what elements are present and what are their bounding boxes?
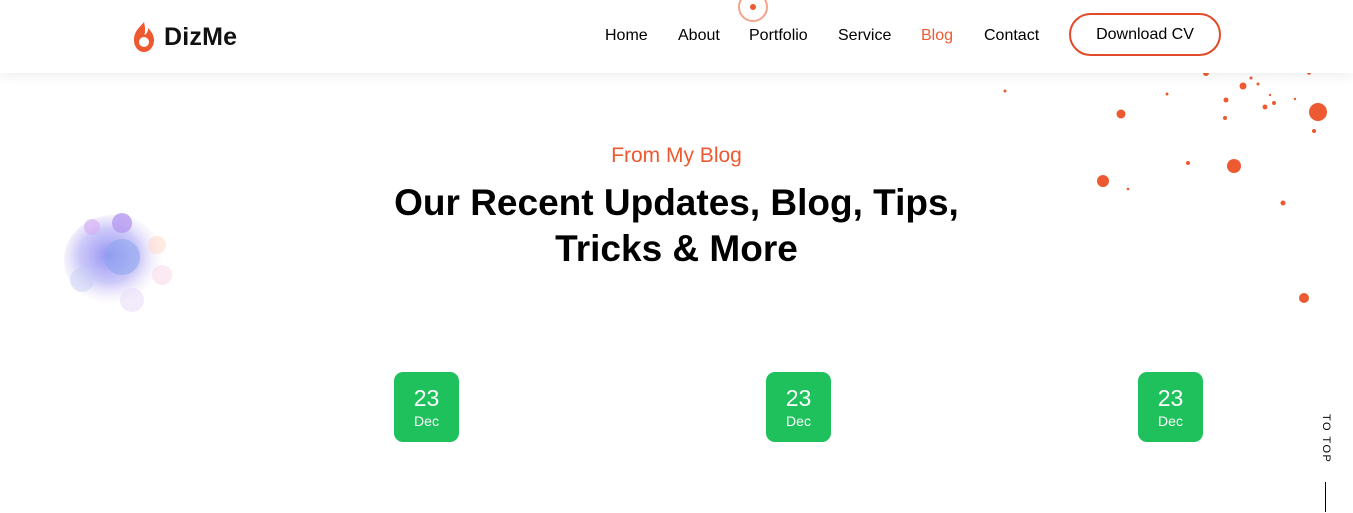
section-subtitle: From My Blog — [611, 144, 742, 167]
nav-item-portfolio[interactable]: Portfolio — [749, 26, 808, 46]
date-day: 23 — [785, 385, 812, 411]
date-month: Dec — [1158, 413, 1183, 429]
section-title: Our Recent Updates, Blog, Tips, Tricks &… — [0, 180, 1353, 272]
site-header: DizMe Home About Portfolio Service Blog … — [0, 0, 1353, 73]
nav-item-blog[interactable]: Blog — [921, 26, 953, 46]
to-top-label: TO TOP — [1320, 414, 1332, 464]
date-day: 23 — [413, 385, 440, 411]
active-section-indicator — [738, 0, 768, 22]
post-date-badge: 23 Dec — [766, 372, 831, 442]
nav-item-about[interactable]: About — [678, 26, 720, 46]
download-cv-button[interactable]: Download CV — [1069, 13, 1221, 56]
section-title-line-1: Our Recent Updates, Blog, Tips, — [394, 182, 959, 223]
nav-item-service[interactable]: Service — [838, 26, 891, 46]
nav-item-contact[interactable]: Contact — [984, 26, 1039, 46]
post-date-badge: 23 Dec — [394, 372, 459, 442]
date-month: Dec — [786, 413, 811, 429]
post-date-badge: 23 Dec — [1138, 372, 1203, 442]
section-title-line-2: Tricks & More — [555, 228, 798, 269]
to-top-line — [1325, 482, 1326, 512]
to-top-button[interactable]: TO TOP — [1318, 414, 1334, 512]
date-month: Dec — [414, 413, 439, 429]
nav-item-home[interactable]: Home — [605, 26, 648, 46]
date-day: 23 — [1157, 385, 1184, 411]
indicator-dot — [750, 4, 756, 10]
